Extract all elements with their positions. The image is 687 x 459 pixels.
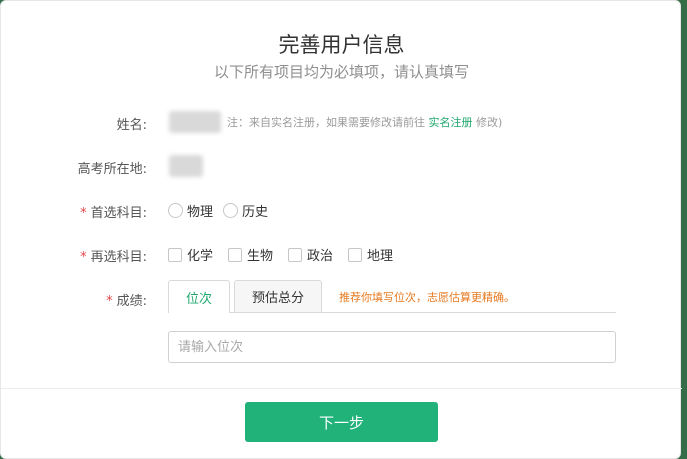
radio-physics[interactable]: 物理: [168, 201, 213, 220]
exam-location-label: 高考所在地:: [77, 162, 147, 177]
name-value-redacted: [169, 111, 221, 133]
checkbox-politics[interactable]: 政治: [288, 245, 333, 264]
footer-divider: [1, 388, 682, 389]
radio-physics-circle[interactable]: [168, 203, 183, 218]
realname-register-link[interactable]: 实名注册: [429, 116, 473, 129]
first-subject-label-text: 首选科目:: [90, 206, 147, 221]
next-step-button[interactable]: 下一步: [245, 402, 438, 442]
name-note: 注：来自实名注册，如果需要修改请前往 实名注册 修改): [227, 114, 502, 130]
exam-location-value-redacted: [169, 155, 203, 177]
radio-history[interactable]: 历史: [223, 201, 268, 220]
user-info-dialog: 完善用户信息 以下所有项目均为必填项，请认真填写 姓名: 注：来自实名注册，如果…: [0, 0, 682, 459]
checkbox-biology[interactable]: 生物: [228, 245, 273, 264]
score-label: * 成绩:: [1, 290, 147, 309]
checkbox-geography-label: 地理: [367, 249, 394, 264]
required-mark: *: [106, 294, 113, 309]
checkbox-biology-label: 生物: [247, 249, 274, 264]
dialog-title: 完善用户信息: [278, 33, 405, 57]
required-mark: *: [80, 206, 87, 221]
second-subject-checkbox-group: 化学 生物 政治 地理: [168, 245, 393, 264]
radio-history-label: 历史: [242, 205, 269, 220]
radio-physics-label: 物理: [187, 205, 214, 220]
name-note-suffix: 修改): [476, 116, 503, 129]
required-mark: *: [80, 250, 87, 265]
checkbox-politics-box[interactable]: [288, 247, 303, 262]
second-subject-label-text: 再选科目:: [90, 250, 147, 265]
radio-history-circle[interactable]: [223, 203, 239, 218]
score-tabs: 位次 预估总分 推荐你填写位次，志愿估算更精确。: [168, 280, 616, 313]
rank-input[interactable]: [168, 331, 616, 363]
checkbox-geography-box[interactable]: [348, 247, 363, 262]
score-hint: 推荐你填写位次，志愿估算更精确。: [339, 290, 516, 304]
name-label: 姓名:: [116, 118, 147, 133]
first-subject-radio-group: 物理 历史: [168, 201, 268, 220]
first-subject-label: * 首选科目:: [1, 202, 147, 221]
dialog-subtitle: 以下所有项目均为必填项，请认真填写: [213, 63, 469, 81]
checkbox-chemistry-label: 化学: [187, 249, 214, 264]
tab-rank[interactable]: 位次: [168, 280, 231, 313]
checkbox-chemistry[interactable]: 化学: [168, 245, 213, 264]
checkbox-politics-label: 政治: [307, 249, 334, 264]
checkbox-chemistry-box[interactable]: [168, 247, 182, 262]
name-note-prefix: 注：来自实名注册，如果需要修改请前往: [227, 116, 425, 129]
checkbox-geography[interactable]: 地理: [348, 245, 393, 264]
score-label-text: 成绩:: [116, 294, 147, 309]
tab-estimated-score[interactable]: 预估总分: [234, 280, 323, 312]
second-subject-label: * 再选科目:: [1, 246, 147, 265]
checkbox-biology-box[interactable]: [228, 247, 243, 262]
